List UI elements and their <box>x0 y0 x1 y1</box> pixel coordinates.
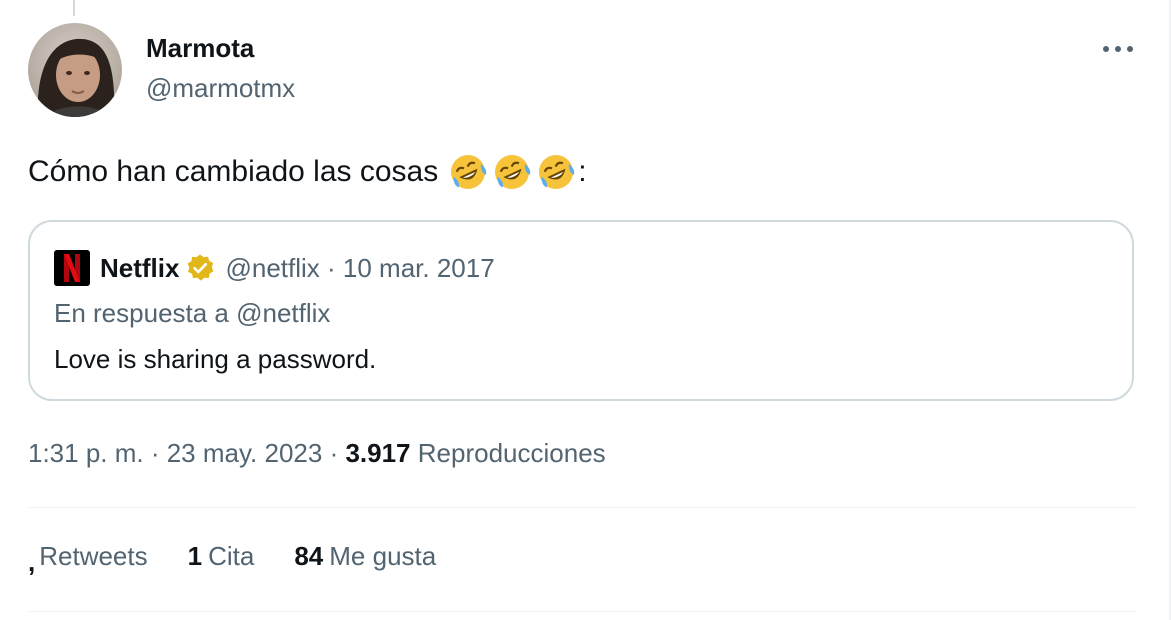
rofl-emoji-icon <box>495 155 531 189</box>
quotes-stat[interactable]: 1 Cita <box>188 541 255 572</box>
quoted-tweet-header: Netflix @netflix · 10 mar. 2017 <box>54 250 495 286</box>
quotes-label: Cita <box>208 541 255 571</box>
quoted-author-name[interactable]: Netflix <box>100 253 179 284</box>
likes-count: 84 <box>294 541 324 571</box>
thread-connector-line <box>73 0 75 16</box>
author-name[interactable]: Marmota <box>146 33 254 64</box>
divider <box>28 611 1136 612</box>
tweet-text: Cómo han cambiado las cosas: <box>28 152 587 192</box>
retweets-stat[interactable]: , Retweets <box>28 541 148 577</box>
tweet-text-body: Cómo han cambiado las cosas <box>28 155 439 188</box>
tweet-timestamp[interactable]: 1:31 p. m. · 23 may. 2023 · <box>28 438 345 468</box>
quotes-count: 1 <box>187 541 203 571</box>
views-count: 3.917 <box>345 438 411 468</box>
likes-stat[interactable]: 84 Me gusta <box>294 541 436 572</box>
divider <box>28 507 1136 508</box>
avatar[interactable] <box>28 23 122 117</box>
tweet-detail-view: Marmota @marmotmx Cómo han cambiado las … <box>0 0 1171 620</box>
rofl-emoji-icon <box>539 155 575 189</box>
retweets-label: Retweets <box>39 541 148 571</box>
verified-badge-icon <box>188 254 214 281</box>
netflix-logo-icon[interactable] <box>54 250 90 286</box>
tweet-text-suffix: : <box>578 155 587 188</box>
author-handle[interactable]: @marmotmx <box>146 73 295 104</box>
quoted-tweet-card[interactable]: Netflix @netflix · 10 mar. 2017 En respu… <box>28 220 1134 401</box>
tweet-timestamp-row: 1:31 p. m. · 23 may. 2023 · 3.917 Reprod… <box>28 438 606 469</box>
quoted-tweet-meta: @netflix · 10 mar. 2017 <box>225 252 495 283</box>
reply-context: En respuesta a @netflix <box>54 298 331 328</box>
ellipsis-icon <box>1103 46 1133 52</box>
retweets-count: , <box>28 547 36 577</box>
engagement-stats: , Retweets 1 Cita 84 Me gusta <box>28 541 476 577</box>
emoji-group <box>448 152 576 192</box>
quoted-tweet-text: Love is sharing a password. <box>54 344 377 374</box>
rofl-emoji-icon <box>451 155 487 189</box>
more-options-button[interactable] <box>1100 38 1136 60</box>
views-label: Reproducciones <box>417 438 606 468</box>
likes-label: Me gusta <box>329 541 437 571</box>
